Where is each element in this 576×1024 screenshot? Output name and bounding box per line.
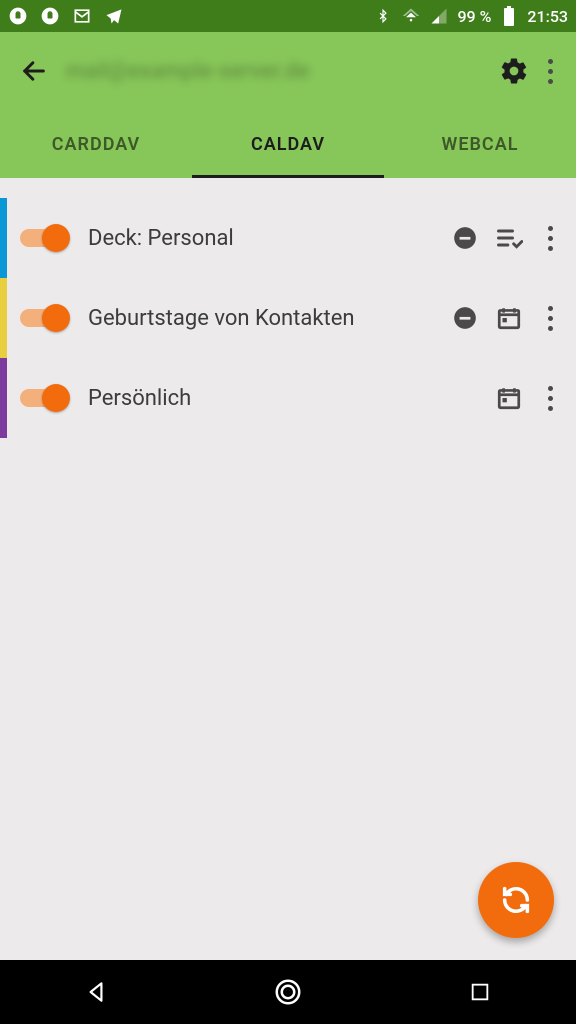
tab-label: WEBCAL	[442, 134, 519, 155]
color-indicator	[0, 278, 7, 358]
tab-label: CARDDAV	[52, 134, 140, 155]
readonly-icon[interactable]	[448, 301, 482, 335]
row-actions	[448, 218, 564, 258]
tab-caldav[interactable]: CALDAV	[192, 110, 384, 178]
calendar-name: Geburtstage von Kontakten	[88, 306, 448, 331]
notification-app2-icon	[40, 6, 60, 26]
wifi-icon	[401, 6, 421, 26]
color-indicator	[0, 198, 7, 278]
tab-bar: CARDDAV CALDAV WEBCAL	[0, 110, 576, 178]
content: Deck: Personal Geburtstage von Kontakten	[0, 178, 576, 960]
nav-recent-button[interactable]	[450, 972, 510, 1012]
sync-toggle[interactable]	[20, 220, 72, 256]
calendar-row: Persönlich	[0, 358, 576, 438]
calendar-row: Geburtstage von Kontakten	[0, 278, 576, 358]
overflow-menu-button[interactable]	[536, 51, 564, 91]
system-nav-bar	[0, 960, 576, 1024]
color-indicator	[0, 358, 7, 438]
battery-percent: 99 %	[457, 7, 491, 26]
sync-now-fab[interactable]	[478, 862, 554, 938]
calendar-name: Persönlich	[88, 386, 492, 411]
row-menu-button[interactable]	[536, 378, 564, 418]
status-left	[8, 6, 124, 26]
calendar-row: Deck: Personal	[0, 198, 576, 278]
email-icon	[72, 6, 92, 26]
tab-carddav[interactable]: CARDDAV	[0, 110, 192, 178]
telegram-icon	[104, 6, 124, 26]
bluetooth-icon	[373, 6, 393, 26]
tab-label: CALDAV	[251, 134, 325, 155]
sync-toggle[interactable]	[20, 300, 72, 336]
row-actions	[448, 298, 564, 338]
clock: 21:53	[527, 7, 568, 26]
task-list-icon[interactable]	[492, 221, 526, 255]
account-title: mail@example-server.de	[66, 59, 482, 84]
cellular-icon	[429, 6, 449, 26]
calendar-name: Deck: Personal	[88, 226, 448, 251]
calendar-icon[interactable]	[492, 301, 526, 335]
battery-icon	[499, 6, 519, 26]
status-bar: 99 % 21:53	[0, 0, 576, 32]
calendar-icon[interactable]	[492, 381, 526, 415]
row-menu-button[interactable]	[536, 218, 564, 258]
back-button[interactable]	[12, 49, 56, 93]
nav-back-button[interactable]	[66, 972, 126, 1012]
nav-home-button[interactable]	[258, 972, 318, 1012]
sync-toggle[interactable]	[20, 380, 72, 416]
status-right: 99 % 21:53	[373, 6, 568, 26]
row-actions	[492, 378, 564, 418]
calendar-list: Deck: Personal Geburtstage von Kontakten	[0, 178, 576, 438]
tab-webcal[interactable]: WEBCAL	[384, 110, 576, 178]
readonly-icon[interactable]	[448, 221, 482, 255]
notification-app1-icon	[8, 6, 28, 26]
row-menu-button[interactable]	[536, 298, 564, 338]
app-bar: mail@example-server.de	[0, 32, 576, 110]
settings-button[interactable]	[492, 49, 536, 93]
